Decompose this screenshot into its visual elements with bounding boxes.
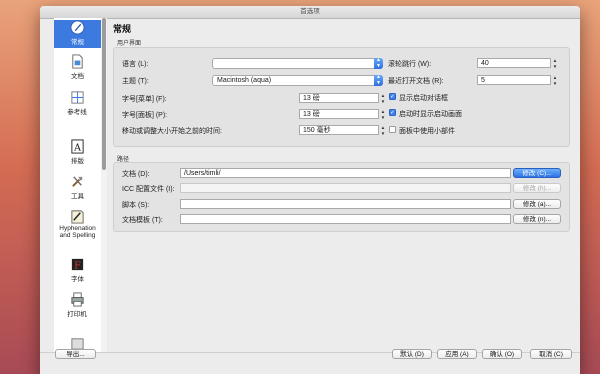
sidebar-item-label: 字体 bbox=[71, 276, 84, 283]
sidebar-item-label: 参考线 bbox=[67, 109, 87, 116]
apply-button[interactable]: 应用 (A) bbox=[437, 349, 477, 359]
palette-font-stepper[interactable]: ▲ ▼ bbox=[380, 109, 386, 120]
theme-select[interactable]: Macintosh (aqua) ▲ ▼ bbox=[212, 74, 383, 86]
wheel-jump-field[interactable]: 40 bbox=[477, 58, 551, 68]
sidebar-item-label: 工具 bbox=[71, 193, 84, 200]
hyphenation-icon bbox=[71, 210, 84, 224]
wheel-jump-stepper[interactable]: ▲ ▼ bbox=[552, 58, 558, 69]
sidebar[interactable]: 常规 文档 参考线 A 排版 工具 Hyphenation and Spelli… bbox=[54, 18, 102, 352]
palette-font-field[interactable]: 13 磅 bbox=[299, 109, 379, 119]
fonts-icon: F bbox=[71, 258, 84, 271]
theme-value: Macintosh (aqua) bbox=[217, 77, 272, 84]
icc-path-change-button[interactable]: 修改 (h)... bbox=[513, 183, 561, 193]
sidebar-item-label: 常规 bbox=[71, 39, 84, 46]
templates-path-field[interactable] bbox=[180, 214, 511, 224]
recent-docs-field[interactable]: 5 bbox=[477, 75, 551, 85]
widgets-label: 面板中使用小部件 bbox=[399, 128, 455, 135]
ok-button[interactable]: 确认 (O) bbox=[482, 349, 522, 359]
resize-delay-label: 移动或调整大小开始之前的时间: bbox=[122, 128, 222, 135]
theme-label: 主题 (T): bbox=[122, 78, 149, 85]
language-label: 语言 (L): bbox=[122, 61, 149, 68]
splash-checkbox[interactable]: ✓ bbox=[389, 109, 396, 116]
widgets-checkbox[interactable] bbox=[389, 126, 396, 133]
palette-font-label: 字号[面板] (P): bbox=[122, 112, 168, 119]
document-icon bbox=[72, 54, 83, 69]
sidebar-item-fonts[interactable]: F 字体 bbox=[54, 257, 101, 283]
sidebar-item-type[interactable]: A 排版 bbox=[54, 139, 101, 165]
icc-path-label: ICC 配置文件 (I): bbox=[122, 186, 175, 193]
sidebar-item-document[interactable]: 文档 bbox=[54, 54, 101, 80]
preferences-dialog: 首选项 常规 文档 参考线 A 排版 工具 Hyphenation and Sp… bbox=[40, 6, 580, 374]
menu-font-stepper[interactable]: ▲ ▼ bbox=[380, 93, 386, 104]
export-button[interactable]: 导出... bbox=[55, 349, 96, 359]
templates-path-change-button[interactable]: 修改 (n)... bbox=[513, 214, 561, 224]
sidebar-scrollbar[interactable] bbox=[101, 18, 107, 352]
menu-font-label: 字号[菜单] (F): bbox=[122, 96, 167, 103]
sidebar-item-tools[interactable]: 工具 bbox=[54, 174, 101, 200]
resize-delay-field[interactable]: 150 毫秒 bbox=[299, 125, 379, 135]
startup-dialog-label: 显示启动对话框 bbox=[399, 95, 448, 102]
resize-delay-stepper[interactable]: ▲ ▼ bbox=[380, 125, 386, 136]
sidebar-scroll-thumb[interactable] bbox=[102, 18, 106, 170]
sidebar-item-general[interactable]: 常规 bbox=[54, 20, 101, 48]
icc-path-field[interactable] bbox=[180, 183, 511, 193]
recent-docs-stepper[interactable]: ▲ ▼ bbox=[552, 75, 558, 86]
sidebar-item-label: 文档 bbox=[71, 73, 84, 80]
startup-dialog-checkbox[interactable]: ✓ bbox=[389, 93, 396, 100]
svg-text:F: F bbox=[74, 260, 81, 271]
templates-path-label: 文档模板 (T): bbox=[122, 217, 163, 224]
scripts-path-change-button[interactable]: 修改 (a)... bbox=[513, 199, 561, 209]
scripts-path-field[interactable] bbox=[180, 199, 511, 209]
defaults-button[interactable]: 默认 (D) bbox=[392, 349, 432, 359]
recent-docs-label: 最近打开文档 (R): bbox=[388, 78, 444, 85]
splash-label: 启动时显示启动画面 bbox=[399, 111, 462, 118]
sidebar-item-guides[interactable]: 参考线 bbox=[62, 90, 92, 116]
chevron-updown-icon: ▲ ▼ bbox=[374, 57, 383, 69]
sidebar-item-label: 打印机 bbox=[67, 311, 87, 318]
window-title: 首选项 bbox=[40, 6, 580, 19]
docs-path-label: 文档 (D): bbox=[122, 171, 150, 178]
type-icon: A bbox=[71, 139, 84, 154]
docs-path-change-button[interactable]: 修改 (C)... bbox=[513, 168, 561, 178]
menu-font-field[interactable]: 13 磅 bbox=[299, 93, 379, 103]
general-icon bbox=[70, 20, 85, 35]
wheel-jump-label: 滚轮跳行 (W): bbox=[388, 61, 432, 68]
svg-text:A: A bbox=[73, 142, 81, 153]
chevron-updown-icon: ▲ ▼ bbox=[374, 74, 383, 86]
cancel-button[interactable]: 取消 (C) bbox=[530, 349, 572, 359]
tools-icon bbox=[72, 176, 83, 187]
scripts-path-label: 脚本 (S): bbox=[122, 202, 150, 209]
printer-icon bbox=[70, 292, 84, 307]
guides-icon bbox=[70, 91, 84, 104]
language-select[interactable]: ▲ ▼ bbox=[212, 57, 383, 69]
sidebar-item-label: 排版 bbox=[71, 158, 84, 165]
sidebar-item-label: Hyphenation and Spelling bbox=[59, 225, 96, 239]
ui-group-title: 用户界面 bbox=[117, 41, 142, 47]
sidebar-item-printer[interactable]: 打印机 bbox=[62, 292, 92, 318]
page-title: 常规 bbox=[113, 24, 132, 34]
docs-path-field[interactable]: /Users/timli/ bbox=[180, 168, 511, 178]
sidebar-item-hyphenation[interactable]: Hyphenation and Spelling bbox=[54, 209, 101, 239]
